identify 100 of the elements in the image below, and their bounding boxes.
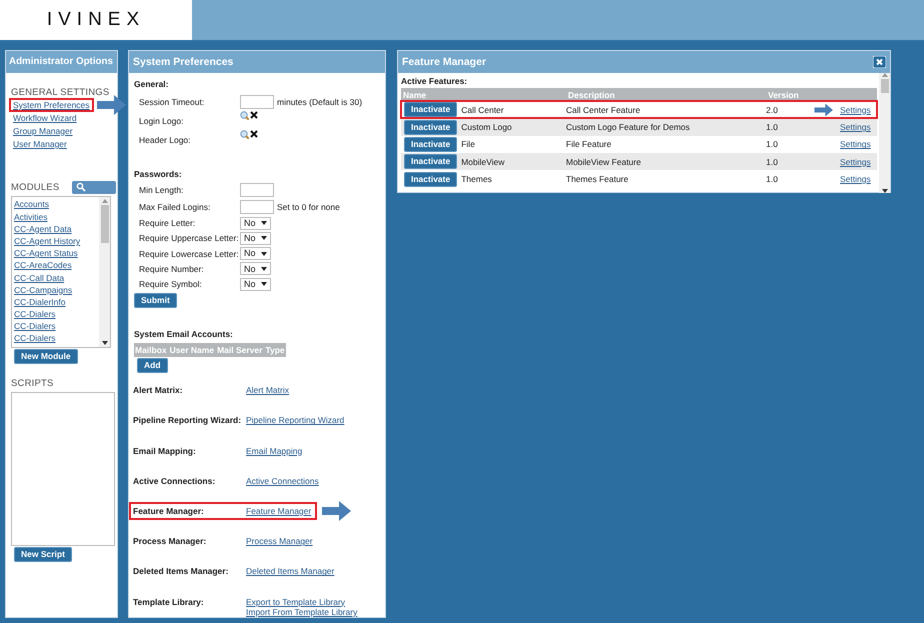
caret-icon[interactable]	[261, 221, 267, 226]
table-header: Name Description Version	[401, 88, 877, 102]
field-label: Require Symbol:	[138, 279, 203, 290]
scroll-down-icon[interactable]	[102, 341, 108, 346]
tool-link[interactable]: Email Mapping	[246, 446, 302, 456]
close-button[interactable]	[873, 56, 886, 68]
field-label: Require Lowercase Letter:	[138, 248, 240, 259]
tool-link[interactable]: Process Manager	[246, 536, 313, 546]
tool-label: Pipeline Reporting Wizard:	[133, 415, 242, 426]
field-note: minutes (Default is 30)	[277, 96, 362, 107]
inactivate-button[interactable]: Inactivate	[404, 154, 458, 170]
input-field[interactable]	[240, 94, 274, 109]
module-link[interactable]: CC-Call Data	[14, 272, 64, 284]
caret-icon[interactable]	[261, 282, 267, 286]
table-cell-text: 1.0	[766, 139, 779, 150]
table-cell-text: 2.0	[766, 104, 779, 115]
table-cell-text: MobileView Feature	[566, 156, 642, 167]
table-cell: File	[461, 139, 475, 150]
table-cell-text: File Feature	[566, 139, 612, 150]
arrow-icon	[97, 94, 127, 116]
new-script-button[interactable]: New Script	[14, 546, 72, 562]
module-link[interactable]: Accounts	[14, 198, 49, 211]
field-label: Login Logo:	[138, 116, 184, 126]
caret-icon[interactable]	[261, 252, 267, 256]
table-cell-text: 1.0	[766, 122, 779, 132]
module-link[interactable]: CC-Dialers	[14, 308, 56, 320]
field-label: Require Letter:	[138, 218, 196, 228]
select-field[interactable]: No	[240, 247, 271, 260]
add-button[interactable]: Add	[137, 358, 168, 374]
scrollbar-thumb[interactable]	[880, 79, 888, 93]
table-cell-text: Call Center Feature	[566, 104, 642, 115]
sidebar-link[interactable]: Workflow Wizard	[11, 112, 79, 123]
panel-title: Feature Manager	[402, 56, 486, 68]
module-link[interactable]: CC-Campaigns	[14, 284, 72, 296]
select-field[interactable]: No	[240, 232, 271, 245]
tool-link[interactable]: Deleted Items Manager	[246, 566, 334, 577]
field-label: Max Failed Logins:	[138, 202, 212, 212]
tool-link[interactable]: Active Connections	[246, 476, 319, 486]
select-field[interactable]: No	[240, 216, 271, 230]
inactivate-button[interactable]: Inactivate	[404, 102, 458, 118]
tool-label: Deleted Items Manager:	[133, 566, 230, 577]
logo-text: IVINEX	[46, 8, 146, 32]
tool-link[interactable]: Pipeline Reporting Wizard	[246, 415, 344, 426]
settings-link[interactable]: Settings	[840, 104, 871, 115]
inactivate-button[interactable]: Inactivate	[404, 136, 458, 152]
close-icon[interactable]	[250, 130, 258, 138]
tool-label: Process Manager:	[133, 536, 208, 546]
module-link[interactable]: CC-Agent History	[14, 234, 80, 248]
module-link[interactable]: CC-Agent Status	[14, 247, 78, 260]
module-link[interactable]: CC-Dialers	[14, 332, 56, 345]
sidebar-link[interactable]: System Preferences	[11, 100, 92, 110]
field-label: Require Uppercase Letter:	[138, 233, 240, 244]
tool-link[interactable]: Alert Matrix	[246, 385, 289, 396]
module-link[interactable]: Activities	[14, 210, 48, 223]
section-heading: GENERAL SETTINGS	[11, 87, 110, 98]
module-link[interactable]: CC-AreaCodes	[14, 259, 72, 272]
section-heading: MODULES	[11, 182, 60, 194]
input-field[interactable]	[240, 182, 274, 197]
field-label: Session Timeout:	[138, 96, 206, 107]
table-cell: Custom Logo	[461, 122, 512, 132]
table-cell-text: 1.0	[766, 156, 779, 167]
module-link[interactable]: CC-Dialers	[14, 320, 56, 332]
new-module-button[interactable]: New Module	[14, 349, 78, 364]
tool-label: Feature Manager:	[133, 506, 205, 516]
sidebar-link[interactable]: User Manager	[11, 138, 69, 149]
inactivate-button[interactable]: Inactivate	[404, 120, 458, 135]
settings-link[interactable]: Settings	[840, 122, 871, 132]
tool-label: Email Mapping:	[133, 446, 197, 456]
table-cell-text: Custom Logo Feature for Demos	[566, 122, 691, 132]
select-field[interactable]: No	[240, 278, 271, 291]
settings-link[interactable]: Settings	[840, 139, 871, 150]
tool-label: Template Library:	[133, 596, 205, 607]
table-cell: Call Center	[461, 104, 504, 115]
scrollbar-thumb[interactable]	[100, 205, 108, 244]
close-icon[interactable]	[250, 111, 258, 120]
module-link[interactable]: CC-Agent Data	[14, 222, 72, 235]
caret-icon[interactable]	[261, 236, 267, 240]
section-heading: SCRIPTS	[11, 378, 55, 390]
table-cell-text: Themes Feature	[566, 174, 630, 184]
scroll-down-icon[interactable]	[882, 189, 888, 193]
tool-label: Alert Matrix:	[133, 385, 184, 396]
tool-link[interactable]: Feature Manager	[246, 506, 312, 516]
sidebar-link[interactable]: Group Manager	[11, 126, 75, 136]
select-field[interactable]: No	[240, 262, 271, 276]
tool-link[interactable]: Export to Template Library	[246, 596, 346, 607]
submit-button[interactable]: Submit	[134, 292, 177, 308]
table-cell: Themes	[461, 174, 492, 184]
settings-link[interactable]: Settings	[840, 156, 871, 167]
field-label: Header Logo:	[138, 134, 192, 145]
module-link[interactable]: CC-DialerInfo	[14, 296, 66, 308]
inactivate-button[interactable]: Inactivate	[404, 172, 458, 187]
field-label: Min Length:	[138, 184, 184, 195]
search-field[interactable]	[72, 180, 116, 194]
input-field[interactable]	[240, 200, 274, 214]
settings-link[interactable]: Settings	[840, 174, 871, 184]
panel-title: Administrator Options	[9, 56, 113, 68]
tool-label: Active Connections:	[133, 476, 216, 486]
tool-link[interactable]: Import From Template Library	[246, 606, 358, 617]
caret-icon[interactable]	[261, 266, 267, 271]
field-label: Require Number:	[138, 264, 205, 274]
